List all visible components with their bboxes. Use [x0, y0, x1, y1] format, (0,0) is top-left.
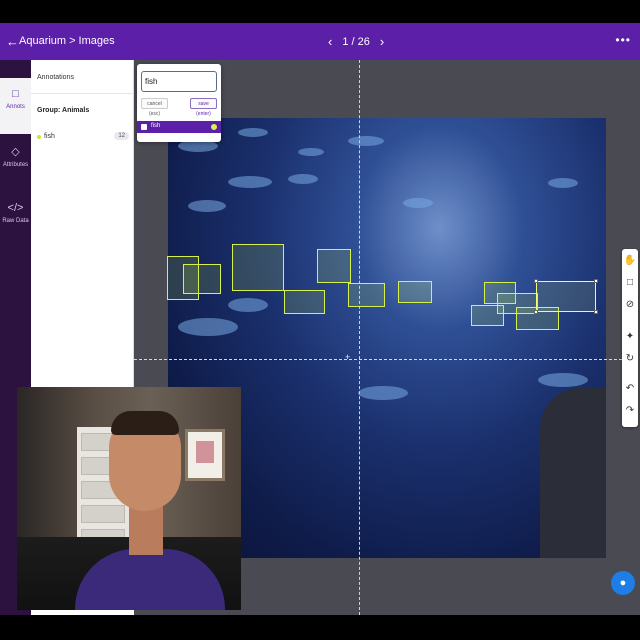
fish-shape: [178, 318, 238, 336]
rail-item-label: Raw Data: [2, 218, 29, 224]
rail-item-label: Annots: [6, 104, 25, 110]
image-pager: ‹ 1 / 26 ›: [328, 34, 384, 49]
chevron-right-icon[interactable]: ›: [380, 34, 384, 49]
vertical-guide-line: [359, 60, 360, 615]
code-icon: </>: [7, 202, 24, 214]
bounding-box[interactable]: [317, 249, 351, 283]
breadcrumb-root[interactable]: Aquarium: [19, 35, 66, 47]
bounding-box-selected[interactable]: [534, 279, 598, 314]
pager-text: 1 / 26: [342, 35, 370, 48]
chevron-left-icon[interactable]: ‹: [328, 34, 332, 49]
webcam-picture-frame: [185, 429, 225, 481]
horizontal-guide-line: [134, 359, 622, 360]
cancel-button[interactable]: cancel (esc): [141, 98, 168, 117]
chat-bubble-icon[interactable]: ●: [611, 571, 635, 595]
suggestion-label: fish: [151, 123, 161, 129]
fish-shape: [228, 176, 272, 188]
rail-item-attributes[interactable]: ◇ Attributes: [0, 136, 31, 192]
arrow-left-icon[interactable]: ←: [6, 35, 19, 48]
rail-item-raw-data[interactable]: </> Raw Data: [0, 192, 31, 248]
bounding-box[interactable]: [398, 281, 432, 303]
rotate-icon[interactable]: ↻: [622, 351, 638, 367]
aquarium-rock: [540, 388, 606, 558]
undo-icon[interactable]: ↶: [622, 381, 638, 397]
label-input[interactable]: [141, 71, 217, 92]
resize-handle[interactable]: [594, 310, 598, 314]
redo-icon[interactable]: ↷: [622, 403, 638, 419]
fish-shape: [238, 128, 268, 137]
breadcrumb-separator: >: [69, 35, 76, 47]
fish-shape: [188, 200, 226, 212]
resize-handle[interactable]: [534, 279, 538, 283]
tag-icon: ◇: [11, 146, 20, 158]
panel-title: Annotations: [37, 74, 74, 81]
fish-shape: [358, 386, 408, 400]
bounding-box[interactable]: [232, 244, 284, 291]
checkbox-icon: [141, 124, 147, 130]
bounding-box-icon[interactable]: □: [622, 275, 638, 291]
top-bar: ← Aquarium > Images ‹ 1 / 26 › •••: [0, 23, 640, 60]
label-popup: cancel (esc) save (enter) fish: [137, 64, 221, 142]
resize-handle[interactable]: [594, 279, 598, 283]
bounding-box[interactable]: [284, 290, 325, 314]
fish-shape: [228, 298, 268, 312]
class-color-swatch: [37, 135, 41, 139]
magic-wand-icon[interactable]: ✦: [622, 329, 638, 345]
breadcrumb: Aquarium > Images: [19, 35, 115, 48]
dots-icon[interactable]: •••: [615, 33, 631, 47]
annotation-toolbar: ✋ □ ⊘ ✦ ↻ ↶ ↷: [622, 249, 638, 427]
annotation-count-badge: 12: [114, 132, 129, 140]
fish-shape: [538, 373, 588, 387]
rail-item-label: Attributes: [2, 162, 29, 168]
cancel-icon[interactable]: ⊘: [622, 297, 638, 313]
panel-footer: [31, 610, 134, 615]
document-icon: □: [12, 88, 19, 100]
bounding-box[interactable]: [348, 283, 385, 307]
fish-shape: [548, 178, 578, 188]
fish-shape: [298, 148, 324, 156]
webcam-person-hair: [111, 411, 179, 435]
class-color-dot: [211, 124, 217, 130]
breadcrumb-current: Images: [78, 35, 115, 47]
crosshair-icon: +: [345, 352, 351, 362]
divider: [31, 93, 134, 94]
label-suggestion-row[interactable]: fish: [137, 121, 221, 133]
annotation-class-label: fish: [44, 133, 55, 140]
resize-handle[interactable]: [534, 310, 538, 314]
webcam-overlay: [17, 387, 241, 610]
fish-shape: [288, 174, 318, 184]
group-title: Group: Animals: [37, 107, 90, 114]
save-button[interactable]: save (enter): [190, 98, 217, 117]
app-frame: ← Aquarium > Images ‹ 1 / 26 › ••• □ Annot…: [0, 0, 640, 640]
fish-shape: [348, 136, 384, 146]
fish-shape: [403, 198, 433, 208]
bounding-box[interactable]: [183, 264, 221, 294]
hand-icon[interactable]: ✋: [622, 253, 638, 269]
annotation-class-row[interactable]: fish 12: [37, 132, 129, 144]
rail-item-annots[interactable]: □ Annots: [0, 78, 31, 134]
annotations-panel: Annotations Group: Animals fish 12: [31, 60, 134, 390]
webcam-person-neck: [129, 505, 163, 555]
